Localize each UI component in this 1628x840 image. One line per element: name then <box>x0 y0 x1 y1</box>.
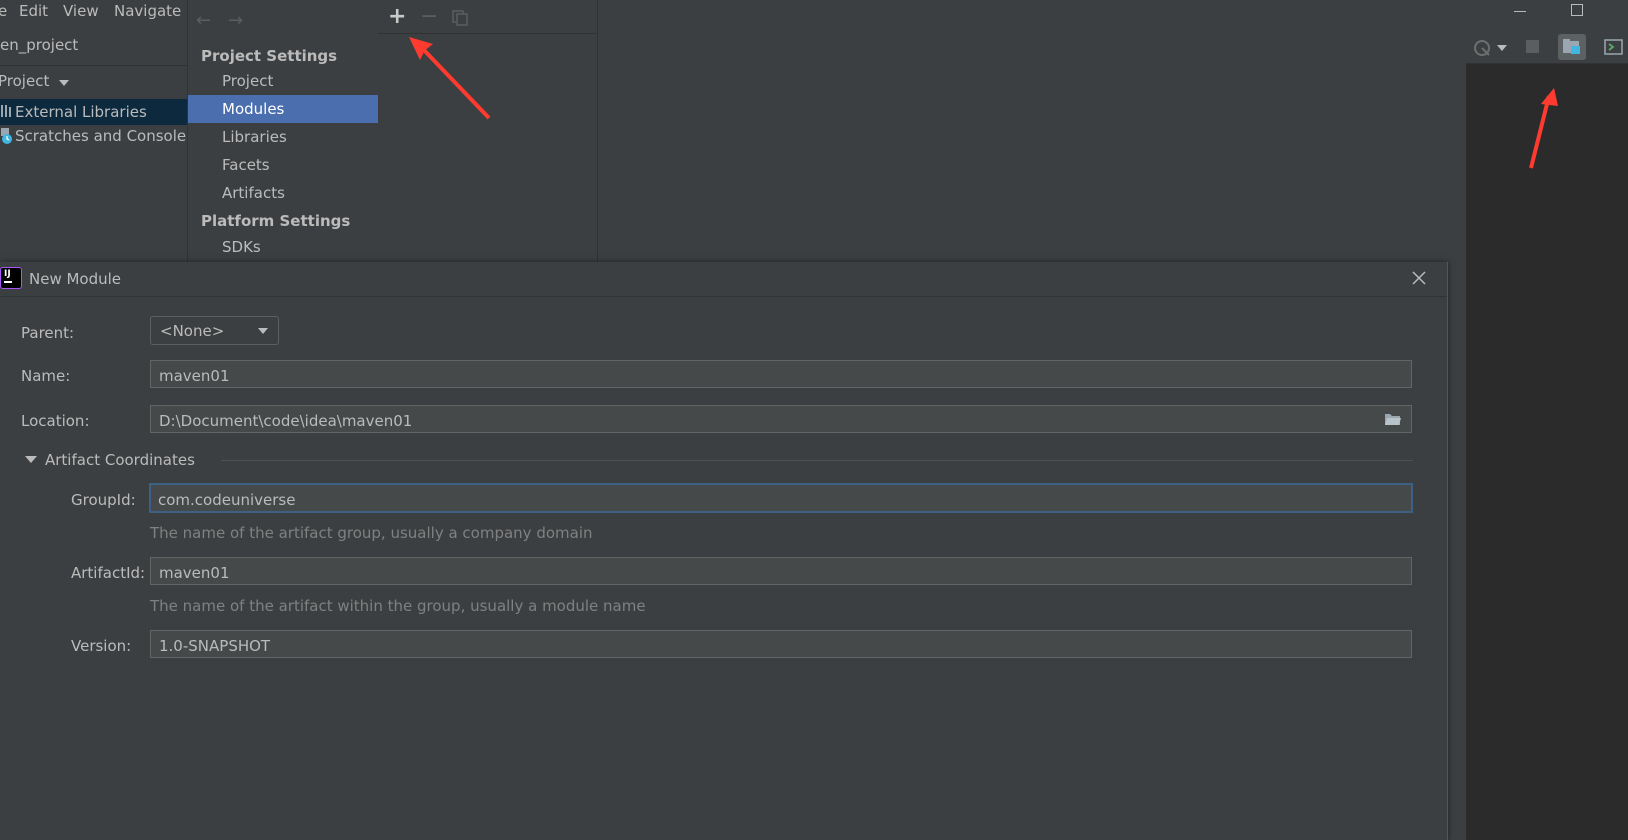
minimize-icon[interactable] <box>1514 11 1526 12</box>
artifactid-field[interactable] <box>150 557 1412 585</box>
menu-file[interactable]: e <box>0 2 7 20</box>
menu-view[interactable]: View <box>63 2 99 20</box>
back-arrow-icon[interactable]: ← <box>196 10 211 31</box>
forward-arrow-icon[interactable]: → <box>228 10 243 31</box>
artifact-coordinates-header[interactable]: Artifact Coordinates <box>45 451 195 469</box>
location-field[interactable] <box>150 405 1412 433</box>
add-module-button[interactable]: + <box>388 4 406 29</box>
module-details-area <box>598 0 1466 262</box>
sidebar-item-facets[interactable]: Facets <box>188 151 379 179</box>
tree-item-external-libraries[interactable]: External Libraries <box>15 103 147 121</box>
menu-edit[interactable]: Edit <box>19 2 48 20</box>
parent-select-value: <None> <box>160 322 225 340</box>
parent-label: Parent: <box>21 324 75 342</box>
divider <box>221 460 1413 461</box>
menu-bar: e Edit View Navigate <box>0 0 187 24</box>
sidebar-item-modules[interactable]: Modules <box>188 95 379 123</box>
platform-settings-header: Platform Settings <box>201 212 351 230</box>
copy-icon[interactable] <box>452 10 468 26</box>
folder-icon[interactable] <box>1384 412 1402 426</box>
name-field[interactable] <box>150 360 1412 388</box>
parent-select[interactable]: <None> <box>150 316 279 345</box>
location-label: Location: <box>21 412 90 430</box>
artifactid-hint: The name of the artifact within the grou… <box>150 597 646 615</box>
project-structure-button[interactable] <box>1558 34 1586 60</box>
name-label: Name: <box>21 367 71 385</box>
library-icon <box>1 105 11 117</box>
sidebar-item-libraries[interactable]: Libraries <box>188 123 379 151</box>
artifactid-label: ArtifactId: <box>71 564 146 582</box>
sidebar-item-sdks[interactable]: SDKs <box>188 233 379 261</box>
project-view-label[interactable]: Project <box>0 72 49 90</box>
new-module-dialog <box>0 262 1448 840</box>
annotation-arrow <box>1529 88 1558 169</box>
tree-item-scratches[interactable]: Scratches and Consoles <box>15 127 194 145</box>
annotation-arrow <box>409 37 491 120</box>
version-label: Version: <box>71 637 132 655</box>
collapse-triangle-icon[interactable] <box>25 456 37 463</box>
dialog-titlebar <box>0 262 1447 297</box>
attach-debugger-icon[interactable] <box>1473 38 1493 58</box>
project-title: en_project <box>0 36 79 54</box>
project-structure-icon <box>1563 39 1580 54</box>
sidebar-item-artifacts[interactable]: Artifacts <box>188 179 379 207</box>
menu-navigate[interactable]: Navigate <box>114 2 181 20</box>
maximize-icon[interactable] <box>1571 4 1583 16</box>
project-structure-sidebar: ← → Project Settings Project Modules Lib… <box>187 0 380 262</box>
groupid-label: GroupId: <box>71 491 136 509</box>
terminal-icon[interactable] <box>1604 39 1624 55</box>
chevron-down-icon[interactable] <box>1497 45 1507 51</box>
stop-icon[interactable] <box>1526 40 1539 53</box>
project-settings-header: Project Settings <box>201 47 338 65</box>
version-field[interactable] <box>150 630 1412 658</box>
chevron-down-icon <box>258 328 268 334</box>
groupid-hint: The name of the artifact group, usually … <box>150 524 593 542</box>
remove-module-button[interactable]: − <box>420 4 438 29</box>
close-icon[interactable] <box>1412 271 1426 285</box>
groupid-field[interactable] <box>149 483 1413 513</box>
scratch-icon <box>1 128 12 144</box>
dialog-title: New Module <box>29 270 122 288</box>
chevron-down-icon[interactable] <box>59 80 69 86</box>
sidebar-item-project[interactable]: Project <box>188 67 379 95</box>
intellij-logo-icon: IJ <box>0 267 22 289</box>
